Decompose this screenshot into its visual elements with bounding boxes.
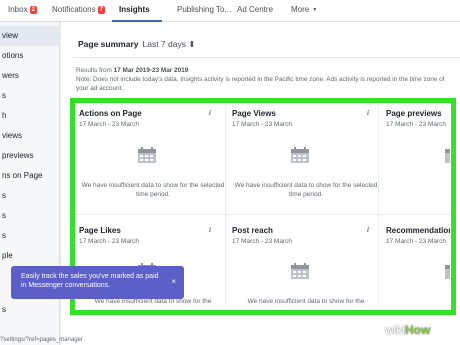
nav-notifications-label: Notifications	[52, 5, 96, 14]
nav-publishing-label: Publishing To...	[177, 5, 232, 14]
nav-inbox[interactable]: Inbox 2	[8, 5, 37, 14]
caret-down-icon: ▼	[312, 6, 318, 13]
sidebar-item-page-views[interactable]: views	[0, 126, 60, 146]
sidebar-item-events[interactable]: s	[0, 206, 60, 226]
watermark-part2: How	[405, 323, 431, 337]
sidebar-item-posts[interactable]: s	[0, 186, 60, 206]
results-note: Results from 17 Mar 2019-23 Mar 2019 Not…	[76, 66, 456, 93]
nav-ad-centre-label: Ad Centre	[237, 5, 274, 14]
notifications-badge: 7	[97, 5, 105, 14]
divider	[73, 57, 460, 58]
watermark-part1: wiki	[385, 323, 405, 337]
messenger-tooltip: Easily track the sales you've marked as …	[11, 266, 184, 299]
inbox-badge: 2	[29, 5, 37, 14]
period-dropdown[interactable]: Last 7 days ⬍	[142, 39, 195, 49]
nav-more-label: More	[291, 5, 310, 14]
nav-insights-label: Insights	[119, 5, 150, 14]
sidebar-item-messages[interactable]: s	[0, 300, 60, 320]
nav-notifications[interactable]: Notifications 7	[52, 5, 105, 14]
nav-inbox-label: Inbox	[8, 5, 28, 14]
status-bar-url: ?settings/?ref=pages_manager	[0, 337, 83, 343]
sidebar-item-overview[interactable]: view	[0, 26, 60, 46]
page-title: Page summary	[78, 39, 139, 49]
sidebar-item-reach[interactable]: h	[0, 106, 60, 126]
sidebar-item-page-previews[interactable]: previews	[0, 146, 60, 166]
sidebar-item-videos[interactable]: s	[0, 226, 60, 246]
nav-publishing-tools[interactable]: Publishing To...	[177, 5, 231, 14]
period-label: Last 7 days	[142, 39, 186, 49]
sidebar-item-followers[interactable]: wers	[0, 66, 60, 86]
page-summary-header: Page summary Last 7 days ⬍	[78, 39, 195, 50]
sidebar-item-people[interactable]: ple	[0, 246, 60, 266]
tooltip-text: Easily track the sales you've marked as …	[21, 273, 159, 289]
nav-ad-centre[interactable]: Ad Centre	[237, 5, 273, 14]
sidebar-item-actions[interactable]: ns on Page	[0, 166, 60, 186]
close-icon[interactable]: ×	[171, 277, 176, 286]
top-nav: Inbox 2 Notifications 7 Insights Publish…	[0, 0, 460, 22]
sidebar-item-promotions[interactable]: otions	[0, 46, 60, 66]
nav-insights[interactable]: Insights	[119, 5, 150, 14]
sidebar-item-likes[interactable]: s	[0, 86, 60, 106]
results-range: 17 Mar 2019-23 Mar 2019	[113, 67, 189, 74]
nav-more[interactable]: More ▼	[291, 5, 317, 14]
results-prefix: Results from	[76, 67, 114, 74]
results-note-text: Note: Does not include today's data. Ins…	[76, 76, 445, 92]
sort-arrows-icon: ⬍	[188, 39, 196, 49]
wikihow-watermark: wikiHow	[385, 323, 430, 337]
